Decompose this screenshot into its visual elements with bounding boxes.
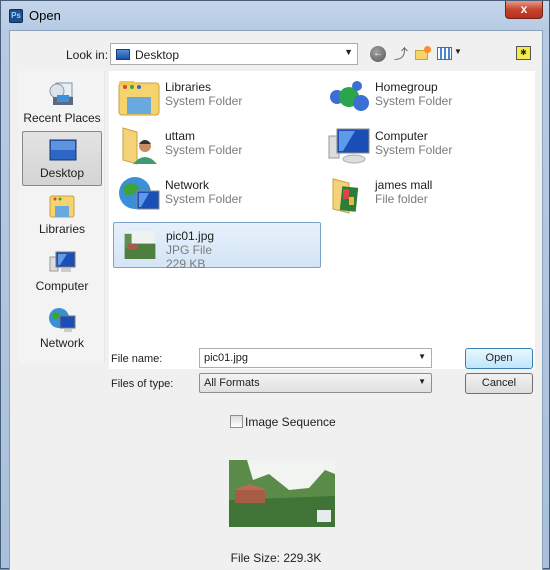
item-name: Computer: [375, 129, 428, 143]
photoshop-app-icon: Ps: [9, 9, 23, 23]
homegroup-icon: [330, 81, 369, 111]
list-item-uttam[interactable]: uttam System Folder: [113, 123, 321, 169]
place-label: Computer: [35, 279, 89, 293]
item-type: System Folder: [165, 192, 243, 206]
back-button[interactable]: ←: [370, 46, 386, 62]
window-title: Open: [29, 8, 61, 23]
user-folder-icon: [122, 127, 157, 165]
folder-icon: [332, 178, 359, 214]
list-item-computer[interactable]: Computer System Folder: [323, 123, 531, 169]
image-preview: [229, 460, 335, 527]
view-menu-button[interactable]: ▼: [437, 45, 463, 63]
computer-icon: [49, 251, 76, 272]
place-label: Desktop: [39, 166, 85, 180]
list-item-james-mall[interactable]: james mall File folder: [323, 172, 531, 218]
list-item-homegroup[interactable]: Homegroup System Folder: [323, 74, 531, 120]
preview-file-size: File Size: 229.3K: [230, 551, 322, 565]
place-label: Network: [39, 336, 84, 350]
chevron-down-icon: ▼: [454, 47, 462, 56]
item-name: Network: [165, 178, 210, 192]
close-button[interactable]: x: [505, 1, 543, 19]
place-label: Libraries: [38, 222, 86, 236]
file-list[interactable]: Libraries System Folder Homegroup System…: [109, 71, 535, 369]
place-network[interactable]: Network: [22, 302, 102, 357]
bridge-folder-button[interactable]: ✱: [516, 46, 531, 60]
look-in-dropdown[interactable]: Desktop ▼: [110, 43, 358, 65]
item-name: Libraries: [165, 80, 212, 94]
place-computer[interactable]: Computer: [22, 245, 102, 300]
item-type: System Folder: [375, 94, 453, 108]
open-button[interactable]: Open: [465, 348, 533, 369]
place-libraries[interactable]: Libraries: [22, 188, 102, 243]
up-one-level-button[interactable]: ⤴: [392, 45, 410, 63]
new-badge-icon: [424, 46, 431, 53]
place-recent-places[interactable]: Recent Places: [22, 77, 102, 132]
desktop-icon: [49, 139, 77, 161]
network-icon: [49, 308, 76, 332]
view-menu-icon: [437, 47, 452, 60]
places-bar: Recent Places Desktop Libraries Computer…: [19, 71, 105, 363]
item-type: System Folder: [375, 143, 453, 157]
desktop-icon: [116, 49, 130, 60]
file-name-label: File name:: [111, 353, 163, 365]
file-type-label: Files of type:: [111, 378, 174, 390]
file-name-value: pic01.jpg: [204, 352, 249, 364]
item-size: 229 KB: [166, 257, 206, 271]
up-folder-icon: ⤴: [394, 46, 408, 62]
place-desktop[interactable]: Desktop: [22, 131, 102, 186]
image-thumbnail: [124, 231, 156, 259]
item-name: pic01.jpg: [166, 229, 215, 243]
libraries-icon: [49, 195, 75, 218]
item-name: uttam: [165, 129, 196, 143]
title-bar: Ps Open x: [1, 1, 549, 29]
image-sequence-label: Image Sequence: [245, 415, 336, 429]
item-name: james mall: [375, 178, 433, 192]
back-arrow-icon: ←: [373, 48, 383, 59]
chevron-down-icon: ▼: [418, 377, 426, 386]
new-folder-button[interactable]: [414, 45, 432, 63]
image-sequence-checkbox[interactable]: [230, 415, 243, 428]
item-type: System Folder: [165, 94, 243, 108]
chevron-down-icon: ▼: [418, 352, 426, 361]
file-type-value: All Formats: [204, 377, 260, 389]
bridge-folder-icon: ✱: [520, 48, 527, 57]
item-type: JPG File: [166, 243, 213, 257]
recent-places-icon: [49, 82, 73, 105]
list-item-network[interactable]: Network System Folder: [113, 172, 321, 218]
item-type: File folder: [375, 192, 428, 206]
computer-icon: [328, 128, 370, 164]
cancel-button[interactable]: Cancel: [465, 373, 533, 394]
place-label: Recent Places: [23, 111, 101, 125]
file-type-dropdown[interactable]: All Formats ▼: [199, 373, 432, 393]
look-in-label: Look in:: [66, 48, 109, 62]
list-item-libraries[interactable]: Libraries System Folder: [113, 74, 321, 120]
item-name: Homegroup: [375, 80, 438, 94]
item-type: System Folder: [165, 143, 243, 157]
look-in-value: Desktop: [135, 48, 180, 62]
network-icon: [119, 177, 160, 210]
open-dialog: Ps Open x Look in: Desktop ▼ ← ⤴ ▼ ✱ Rec…: [0, 0, 550, 570]
preview-image: [229, 460, 335, 527]
file-name-input[interactable]: pic01.jpg ▼: [199, 348, 432, 368]
list-item-pic01-jpg[interactable]: pic01.jpg JPG File 229 KB: [113, 222, 321, 271]
libraries-icon: [118, 81, 160, 116]
chevron-down-icon: ▼: [344, 47, 353, 57]
dialog-client-area: Look in: Desktop ▼ ← ⤴ ▼ ✱ Recent Places: [9, 30, 543, 570]
